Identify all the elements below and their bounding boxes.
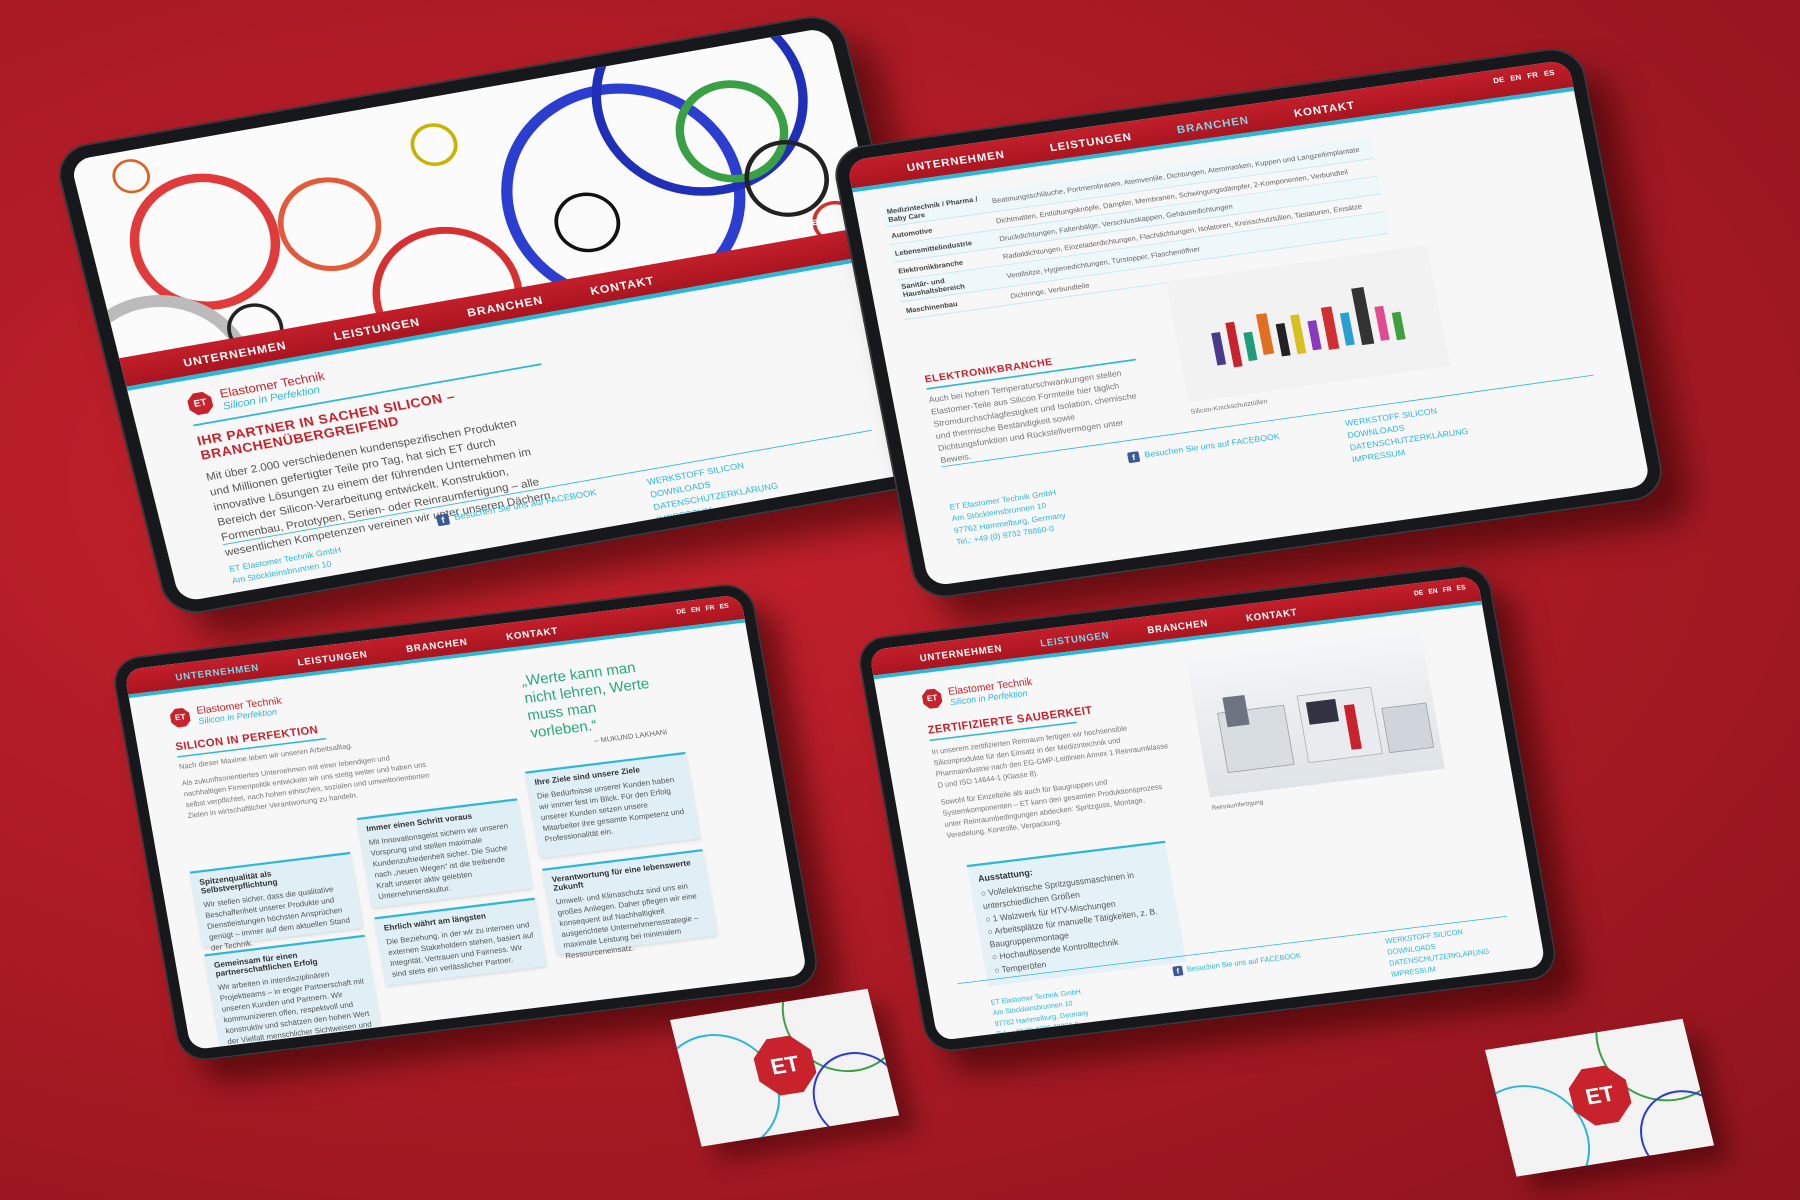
screen-leistungen: UNTERNEHMEN LEISTUNGEN BRANCHEN KONTAKT … — [868, 575, 1546, 1041]
footer-links: WERKSTOFF SILICON DOWNLOADS DATENSCHUTZE… — [1344, 401, 1472, 466]
value-card: Ihre Ziele sind unsere Ziele Die Bedürfn… — [525, 751, 701, 858]
quote-text: „Werte kann man nicht lehren, Werte muss… — [520, 659, 651, 742]
elektronik-section: ELEKTRONIKBRANCHE Auch bei hohen Tempera… — [924, 344, 1151, 467]
equipment-box: Ausstattung: ○ Vollelektrische Spritzgus… — [966, 840, 1187, 987]
logo-mark: ET — [921, 688, 943, 710]
lang-de[interactable]: DE — [1493, 75, 1505, 85]
business-card-right: ET — [1485, 1018, 1715, 1177]
lang-fr[interactable]: FR — [705, 604, 715, 612]
lang-en[interactable]: EN — [1428, 587, 1438, 596]
nav-kontakt[interactable]: KONTAKT — [501, 624, 565, 648]
value-card: Gemeinsam für einen partnerschaftlichen … — [204, 934, 381, 1051]
cleanroom-image — [1185, 628, 1445, 798]
nav-branchen[interactable]: BRANCHEN — [1171, 113, 1257, 143]
nav-unternehmen[interactable]: UNTERNEHMEN — [170, 661, 265, 689]
language-switcher: DE EN FR ES — [676, 602, 729, 616]
nav-leistungen[interactable]: LEISTUNGEN — [292, 648, 374, 674]
footer-address: ET Elastomer Technik GmbH Am Stöckleinsb… — [949, 487, 1069, 549]
lang-es[interactable]: ES — [1456, 583, 1466, 591]
value-card: Immer einen Schritt voraus Mit Innovatio… — [356, 798, 533, 908]
language-switcher: DE EN FR ES — [1413, 583, 1466, 597]
footer-links: WERKSTOFF SILICON DOWNLOADS DATENSCHUTZE… — [1384, 924, 1492, 981]
value-card: Verantwortung für eine lebenswerte Zukun… — [542, 849, 718, 960]
nav-leistungen[interactable]: LEISTUNGEN — [1043, 129, 1139, 160]
nav-leistungen[interactable]: LEISTUNGEN — [327, 314, 429, 350]
facebook-label: Besuchen Sie uns auf FACEBOOK — [1143, 432, 1281, 461]
value-card-text: Die Bedürfnisse unserer Kunden haben wir… — [536, 775, 685, 844]
screen-branchen: UNTERNEHMEN LEISTUNGEN BRANCHEN KONTAKT … — [846, 59, 1651, 587]
mockup-scene: UNTERNEHMEN LEISTUNGEN BRANCHEN KONTAKT … — [0, 0, 1800, 1200]
image-caption: Reinraumfertigung — [1211, 797, 1264, 812]
lang-es[interactable]: ES — [1543, 68, 1555, 78]
nav-leistungen[interactable]: LEISTUNGEN — [1035, 629, 1116, 656]
lang-fr[interactable]: FR — [1527, 71, 1539, 81]
tablet-leistungen: UNTERNEHMEN LEISTUNGEN BRANCHEN KONTAKT … — [855, 562, 1560, 1055]
unternehmen-intro: ET Elastomer Technik Silicon in Perfekti… — [169, 679, 435, 822]
quote-block: „Werte kann man nicht lehren, Werte muss… — [520, 656, 668, 752]
lang-fr[interactable]: FR — [1442, 585, 1452, 593]
value-card: Spitzenqualität als Selbstverpflichtung … — [189, 851, 364, 952]
lang-en[interactable]: EN — [690, 605, 701, 613]
nav-kontakt[interactable]: KONTAKT — [1288, 98, 1363, 127]
footer-address: ET Elastomer Technik GmbH Am Stöckleinsb… — [990, 987, 1091, 1041]
facebook-icon: f — [1126, 451, 1141, 464]
nav-branchen[interactable]: BRANCHEN — [460, 292, 551, 326]
tablet-home: UNTERNEHMEN LEISTUNGEN BRANCHEN KONTAKT … — [52, 11, 957, 619]
logo-mark: ET — [186, 391, 215, 417]
tablet-branchen: UNTERNEHMEN LEISTUNGEN BRANCHEN KONTAKT … — [830, 44, 1668, 602]
facebook-icon: f — [435, 513, 451, 527]
business-card-left: ET — [670, 988, 900, 1147]
hero-image-silicone-rings — [69, 27, 885, 387]
facebook-icon: f — [1172, 965, 1184, 977]
lang-de[interactable]: DE — [676, 607, 687, 615]
nav-kontakt[interactable]: KONTAKT — [1241, 606, 1304, 630]
value-card: Ehrlich währt am längsten Die Beziehung,… — [374, 897, 547, 986]
cleanroom-illustration — [1217, 686, 1435, 773]
facebook-label: Besuchen Sie uns auf FACEBOOK — [1186, 951, 1302, 974]
value-card-text: Mit Innovationsgeist sichern wir unseren… — [368, 821, 509, 901]
value-card-text: Wir arbeiten in interdisziplinären Proje… — [217, 970, 373, 1051]
nav-branchen[interactable]: BRANCHEN — [1142, 617, 1214, 643]
nav-kontakt[interactable]: KONTAKT — [583, 273, 663, 305]
lang-en[interactable]: EN — [1510, 73, 1522, 83]
screen-unternehmen: UNTERNEHMEN LEISTUNGEN BRANCHEN KONTAKT … — [123, 594, 808, 1051]
nav-unternehmen[interactable]: UNTERNEHMEN — [900, 147, 1012, 181]
lang-es[interactable]: ES — [719, 602, 729, 610]
lang-de[interactable]: DE — [1413, 588, 1423, 597]
leistungen-content: ET Elastomer Technik Silicon in Perfekti… — [921, 660, 1183, 841]
logo-mark: ET — [169, 707, 192, 728]
value-card-text: Umwelt- und Klimaschutz sind uns ein gro… — [555, 881, 700, 961]
language-switcher: DE EN FR ES — [1493, 68, 1556, 85]
tablet-unternehmen: UNTERNEHMEN LEISTUNGEN BRANCHEN KONTAKT … — [110, 581, 822, 1064]
nav-unternehmen[interactable]: UNTERNEHMEN — [914, 642, 1008, 670]
screen-home: UNTERNEHMEN LEISTUNGEN BRANCHEN KONTAKT … — [69, 27, 939, 603]
nav-branchen[interactable]: BRANCHEN — [401, 636, 474, 661]
